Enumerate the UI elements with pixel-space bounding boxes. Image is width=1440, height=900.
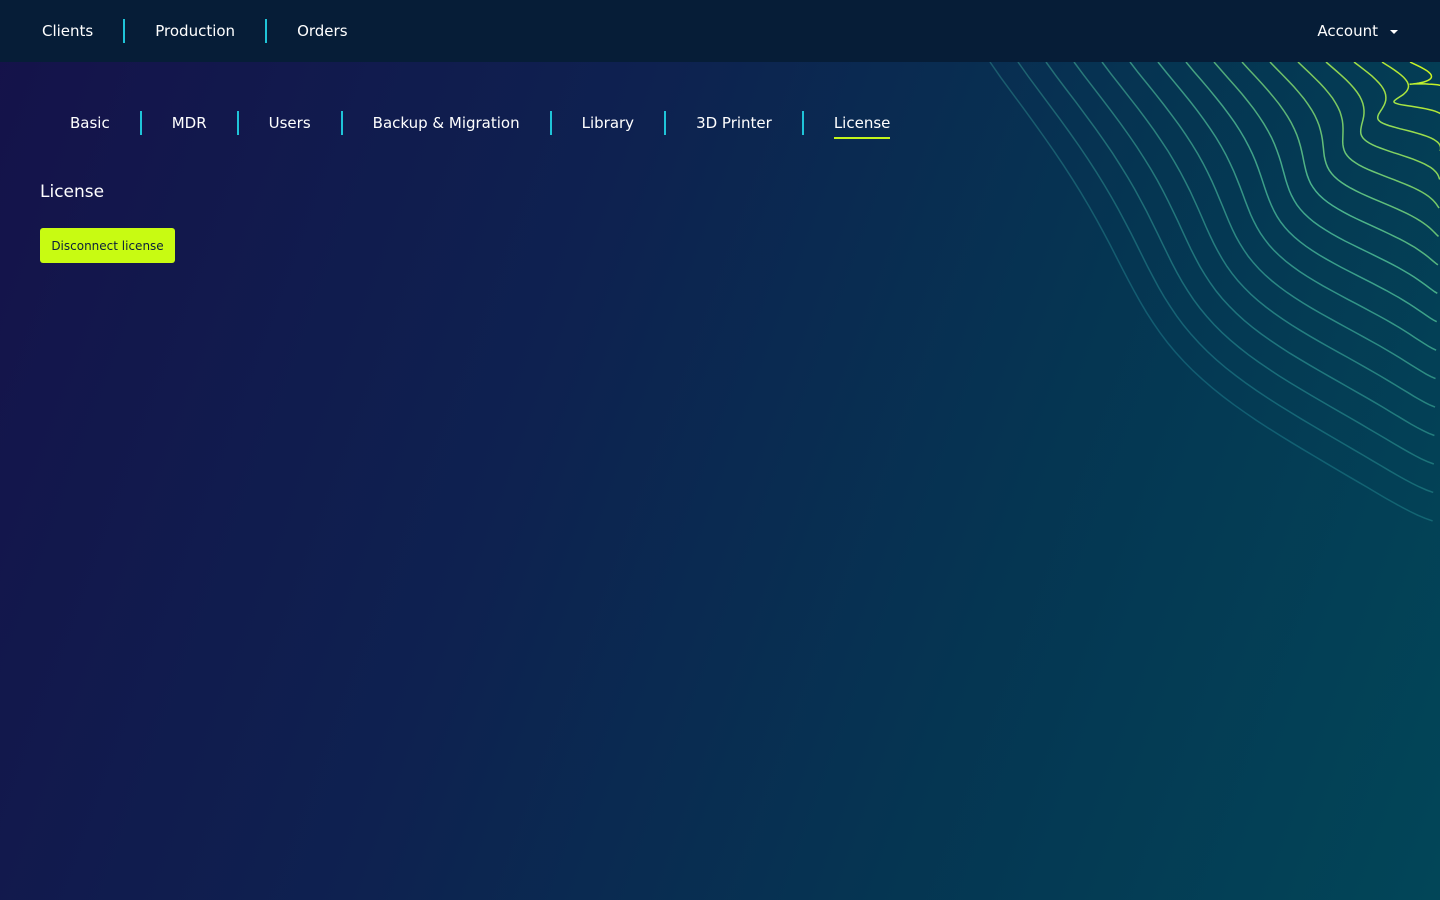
account-label: Account <box>1317 22 1378 40</box>
tab-label: Users <box>268 114 311 132</box>
wave-line <box>1129 61 1436 380</box>
nav-orders[interactable]: Orders <box>267 19 377 43</box>
wave-line <box>1101 61 1436 408</box>
nav-clients[interactable]: Clients <box>12 19 123 43</box>
top-navigation-bar: Clients Production Orders Account <box>0 0 1440 62</box>
disconnect-license-button[interactable]: Disconnect license <box>40 228 175 263</box>
wave-line <box>1185 61 1438 323</box>
main-nav: Clients Production Orders <box>12 0 378 62</box>
tab-label: License <box>833 109 891 139</box>
tab-3d-printer[interactable]: 3D Printer <box>666 108 802 138</box>
tab-mdr[interactable]: MDR <box>142 108 237 138</box>
tab-basic[interactable]: Basic <box>40 108 140 138</box>
wave-line <box>1269 61 1439 237</box>
wave-line <box>1017 61 1434 494</box>
tab-users[interactable]: Users <box>239 108 341 138</box>
wave-line <box>1213 61 1438 294</box>
tab-label: Basic <box>70 114 110 132</box>
tab-label: Backup & Migration <box>372 114 520 132</box>
tab-library[interactable]: Library <box>552 108 664 138</box>
account-dropdown[interactable]: Account <box>1317 0 1398 62</box>
tab-label: Library <box>581 114 635 132</box>
tab-label: MDR <box>171 114 207 132</box>
wave-line <box>1241 61 1439 266</box>
wave-line <box>1297 61 1440 209</box>
tab-backup-migration[interactable]: Backup & Migration <box>343 108 550 138</box>
settings-tabs: Basic MDR Users Backup & Migration Libra… <box>40 108 921 139</box>
wave-line <box>1157 61 1437 351</box>
nav-production[interactable]: Production <box>125 19 265 43</box>
tab-license[interactable]: License <box>804 108 921 139</box>
caret-down-icon <box>1390 30 1398 34</box>
section-title: License <box>40 182 105 202</box>
wave-line <box>1381 61 1440 115</box>
wave-line <box>1045 61 1435 465</box>
wave-line <box>989 61 1433 522</box>
tab-label: 3D Printer <box>696 114 772 132</box>
wave-line <box>1073 61 1435 437</box>
wave-line <box>1325 61 1440 180</box>
wave-line <box>1409 61 1440 86</box>
wave-line <box>1353 61 1440 152</box>
